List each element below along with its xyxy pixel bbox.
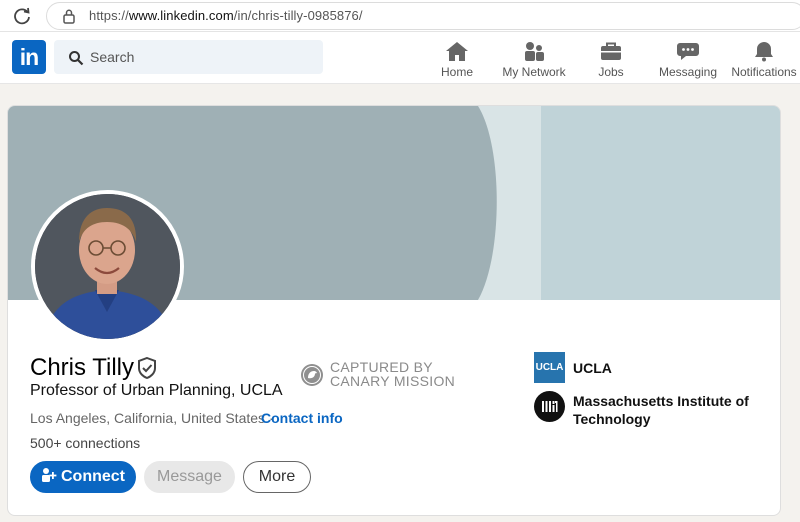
org-mit-name: Massachusetts Institute of Technology — [573, 393, 749, 427]
linkedin-logo[interactable]: in — [12, 40, 46, 74]
profile-photo[interactable] — [31, 190, 184, 343]
url-path: /in/chris-tilly-0985876/ — [233, 8, 363, 23]
url-host: www.linkedin.com — [128, 8, 234, 23]
chat-icon — [677, 43, 699, 60]
profile-headline: Professor of Urban Planning, UCLA — [30, 382, 283, 399]
nav-my-network-label: My Network — [502, 65, 566, 79]
briefcase-icon — [601, 42, 621, 60]
more-button[interactable]: More — [243, 461, 311, 493]
canary-mission-stamp: CAPTURED BY CANARY MISSION — [300, 360, 460, 390]
org-ucla-name: UCLA — [573, 360, 612, 376]
stamp-text: CAPTURED BY CANARY MISSION — [330, 360, 455, 388]
nav-home-label: Home — [440, 65, 473, 79]
ucla-logo: UCLA — [534, 352, 565, 383]
connections-count[interactable]: 500+ connections — [30, 435, 140, 451]
nav-my-network[interactable]: My Network — [500, 38, 568, 82]
home-icon — [446, 42, 468, 61]
reload-icon[interactable] — [12, 6, 32, 26]
stamp-line-2: CANARY MISSION — [330, 373, 456, 389]
browser-bar: https://www.linkedin.com/in/chris-tilly-… — [0, 0, 800, 32]
connect-button[interactable]: Connect — [30, 461, 136, 493]
nav-jobs-label: Jobs — [598, 65, 624, 79]
search-icon — [69, 51, 84, 66]
mit-logo — [534, 391, 565, 422]
connect-button-label: Connect — [61, 468, 125, 485]
canary-bird-icon — [301, 364, 323, 386]
nav-notifications[interactable]: Notifications — [730, 38, 798, 82]
bell-icon — [755, 42, 773, 62]
nav-jobs[interactable]: Jobs — [590, 38, 632, 82]
nav-messaging[interactable]: Messaging — [656, 38, 720, 82]
url-prefix: https:// — [89, 8, 129, 23]
nav-home[interactable]: Home — [436, 38, 478, 82]
stamp-line-1: CAPTURED BY — [330, 359, 433, 375]
message-button[interactable]: Message — [144, 461, 235, 493]
search-input[interactable] — [90, 43, 310, 71]
profile-name: Chris Tilly — [30, 354, 135, 381]
nav-notifications-label: Notifications — [731, 65, 797, 79]
network-icon — [525, 42, 544, 61]
profile-location: Los Angeles, California, United States · — [30, 410, 274, 426]
linkedin-header: in Home My Network Jobs — [0, 32, 800, 84]
contact-info-link[interactable]: Contact info — [261, 410, 343, 426]
portrait-image — [35, 194, 180, 339]
url-text[interactable]: https://www.linkedin.com/in/chris-tilly-… — [89, 8, 363, 23]
verified-shield-icon[interactable] — [137, 357, 157, 379]
add-person-icon — [42, 468, 57, 483]
lock-icon[interactable] — [62, 8, 76, 24]
nav-messaging-label: Messaging — [658, 65, 718, 79]
